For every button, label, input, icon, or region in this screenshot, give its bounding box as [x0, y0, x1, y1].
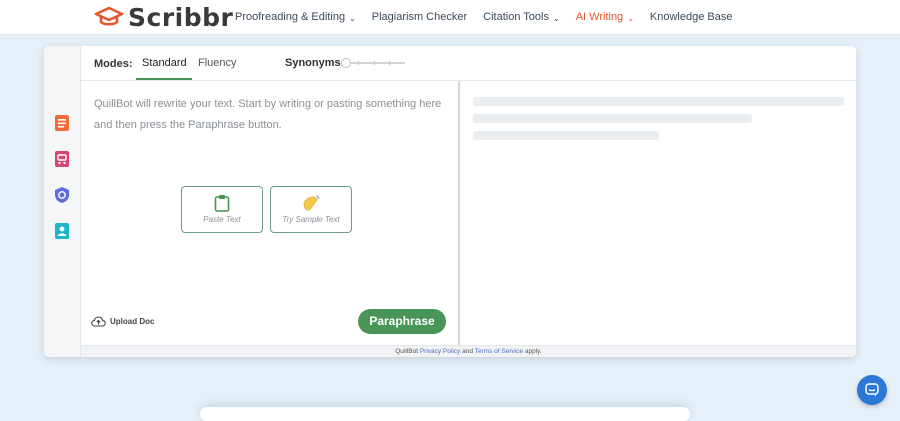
next-section-card [200, 407, 690, 421]
tab-fluency[interactable]: Fluency [198, 57, 237, 69]
main-nav: Proofreading & Editing ⌄ Plagiarism Check… [235, 0, 748, 34]
upload-doc-label: Upload Doc [110, 317, 155, 326]
synonyms-label: Synonyms: [285, 57, 345, 69]
output-pane [461, 81, 856, 345]
plagiarism-checker-icon[interactable] [54, 186, 70, 204]
loading-placeholder-line [473, 97, 844, 106]
tool-sidebar [44, 46, 81, 357]
scribbr-logo[interactable]: Scribbr [94, 2, 234, 32]
try-sample-text-label: Try Sample Text [282, 215, 340, 224]
slider-tick [389, 61, 390, 65]
chevron-down-icon: ⌄ [349, 13, 356, 23]
upload-doc-button[interactable]: Upload Doc [91, 316, 154, 327]
nav-citation-tools[interactable]: Citation Tools ⌄ [483, 11, 560, 23]
top-navigation: Scribbr Proofreading & Editing ⌄ Plagiari… [0, 0, 900, 35]
chevron-down-icon: ⌄ [627, 13, 634, 23]
paraphraser-icon[interactable] [54, 114, 70, 132]
chevron-down-icon: ⌄ [553, 13, 560, 23]
loading-placeholder-line [473, 114, 752, 123]
try-sample-text-button[interactable]: Try Sample Text [270, 186, 352, 233]
slider-thumb[interactable] [341, 58, 351, 68]
input-placeholder[interactable]: QuillBot will rewrite your text. Start b… [94, 94, 454, 136]
slider-tick [358, 61, 359, 65]
paraphraser-card: Modes: Standard Fluency Synonyms: QuillB… [44, 46, 856, 357]
terms-of-service-link[interactable]: Terms of Service [475, 348, 523, 355]
nav-proofreading-editing[interactable]: Proofreading & Editing ⌄ [235, 11, 356, 23]
loading-placeholder-line [473, 131, 659, 140]
paste-text-label: Paste Text [203, 215, 241, 224]
privacy-policy-link[interactable]: Privacy Policy [420, 348, 460, 355]
active-tab-indicator [136, 78, 192, 80]
paraphrase-button[interactable]: Paraphrase [358, 309, 446, 334]
pane-divider[interactable] [458, 81, 460, 345]
nav-plagiarism-checker[interactable]: Plagiarism Checker [372, 11, 467, 23]
modes-label: Modes: [94, 58, 133, 70]
synonyms-slider[interactable] [341, 58, 405, 68]
input-pane[interactable]: QuillBot will rewrite your text. Start b… [81, 81, 458, 345]
paste-text-button[interactable]: Paste Text [181, 186, 263, 233]
grammar-checker-icon[interactable] [54, 150, 70, 168]
chat-launcher-button[interactable] [857, 375, 887, 405]
graduation-cap-icon [94, 6, 124, 26]
brand-name: Scribbr [128, 2, 234, 32]
nav-ai-writing[interactable]: AI Writing ⌄ [576, 11, 634, 23]
clipboard-icon [214, 195, 230, 212]
ai-detector-icon[interactable] [54, 222, 70, 240]
legal-footer: QuillBot Privacy Policy and Terms of Ser… [81, 345, 856, 357]
cloud-upload-icon [91, 316, 106, 327]
nav-knowledge-base[interactable]: Knowledge Base [650, 11, 733, 23]
modes-bar: Modes: Standard Fluency Synonyms: [81, 46, 856, 81]
waving-hand-icon [303, 195, 320, 211]
tab-standard[interactable]: Standard [142, 57, 187, 69]
slider-tick [374, 61, 375, 65]
chat-icon [865, 383, 879, 397]
